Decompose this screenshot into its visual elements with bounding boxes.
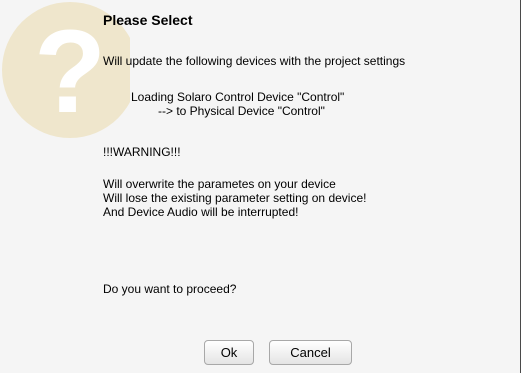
target-device-text: --> to Physical Device "Control" — [158, 104, 325, 118]
warning-line: Will overwrite the parametes on your dev… — [103, 177, 336, 191]
warning-line: Will lose the existing parameter setting… — [103, 191, 367, 205]
dialog-window: ? Please Select Will update the followin… — [0, 0, 521, 373]
svg-text:?: ? — [34, 6, 106, 138]
proceed-question: Do you want to proceed? — [103, 282, 237, 296]
loading-device-text: Loading Solaro Control Device "Control" — [131, 90, 345, 104]
dialog-title: Please Select — [103, 12, 193, 28]
ok-button[interactable]: Ok — [204, 340, 254, 365]
cancel-button[interactable]: Cancel — [269, 340, 352, 365]
intro-text: Will update the following devices with t… — [103, 54, 406, 68]
warning-heading: !!!WARNING!!! — [103, 145, 181, 159]
warning-line: And Device Audio will be interrupted! — [103, 205, 299, 219]
